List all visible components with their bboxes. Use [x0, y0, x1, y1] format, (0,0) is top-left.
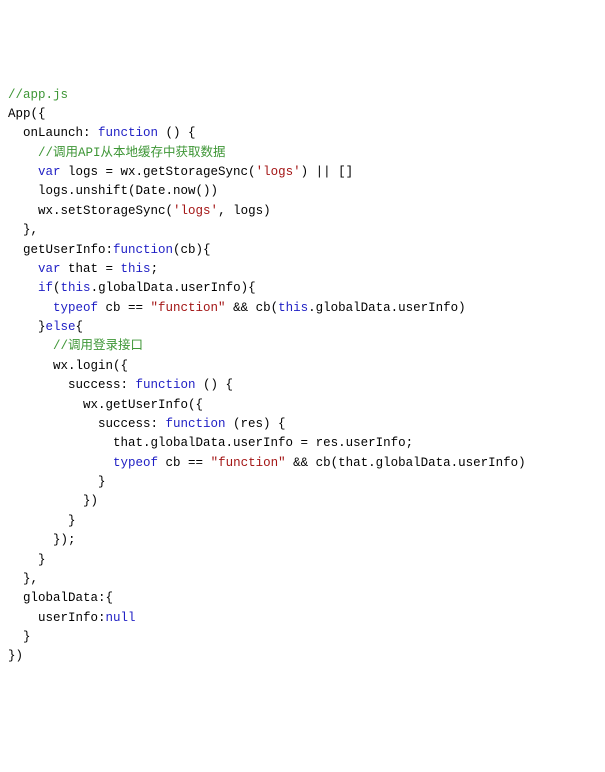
code-token: that.globalData.userInfo = res.userInfo;: [113, 436, 413, 450]
code-token: wx.login({: [53, 359, 128, 373]
code-line: });: [8, 531, 597, 550]
code-token: }: [38, 553, 46, 567]
code-token: ;: [151, 262, 159, 276]
code-line: }: [8, 473, 597, 492]
code-token: {: [76, 320, 84, 334]
code-token: that =: [61, 262, 121, 276]
code-token: logs = wx.getStorageSync(: [61, 165, 256, 179]
code-token: typeof: [113, 456, 158, 470]
code-token: var: [38, 262, 61, 276]
code-line: //调用登录接口: [8, 337, 597, 356]
code-token: if: [38, 281, 53, 295]
code-line: var logs = wx.getStorageSync('logs') || …: [8, 163, 597, 182]
code-token: "function": [151, 301, 226, 315]
code-token: onLaunch:: [23, 126, 98, 140]
code-token: , logs): [218, 204, 271, 218]
code-token: function: [98, 126, 158, 140]
code-token: App({: [8, 107, 46, 121]
code-token: var: [38, 165, 61, 179]
code-token: (cb){: [173, 243, 211, 257]
code-token: .globalData.userInfo){: [91, 281, 256, 295]
code-line: App({: [8, 105, 597, 124]
code-token: () {: [196, 378, 234, 392]
code-line: getUserInfo:function(cb){: [8, 241, 597, 260]
code-token: ) || []: [301, 165, 354, 179]
code-token: getUserInfo:: [23, 243, 113, 257]
code-line: wx.login({: [8, 357, 597, 376]
code-token: },: [23, 572, 38, 586]
code-token: userInfo:: [38, 611, 106, 625]
code-line: var that = this;: [8, 260, 597, 279]
code-line: globalData:{: [8, 589, 597, 608]
code-token: }: [98, 475, 106, 489]
code-token: },: [23, 223, 38, 237]
code-line: }: [8, 551, 597, 570]
code-token: 'logs': [256, 165, 301, 179]
code-line: }: [8, 512, 597, 531]
code-line: success: function () {: [8, 376, 597, 395]
code-token: function: [166, 417, 226, 431]
code-token: this: [121, 262, 151, 276]
code-line: wx.setStorageSync('logs', logs): [8, 202, 597, 221]
code-token: }: [68, 514, 76, 528]
code-token: .globalData.userInfo): [308, 301, 466, 315]
code-token: }: [38, 320, 46, 334]
code-token: () {: [158, 126, 196, 140]
code-line: onLaunch: function () {: [8, 124, 597, 143]
code-token: function: [113, 243, 173, 257]
code-token: cb ==: [158, 456, 211, 470]
code-token: typeof: [53, 301, 98, 315]
code-line: //调用API从本地缓存中获取数据: [8, 144, 597, 163]
code-token: 'logs': [173, 204, 218, 218]
code-line: wx.getUserInfo({: [8, 396, 597, 415]
code-token: function: [136, 378, 196, 392]
code-line: that.globalData.userInfo = res.userInfo;: [8, 434, 597, 453]
code-token: });: [53, 533, 76, 547]
code-token: wx.setStorageSync(: [38, 204, 173, 218]
code-line: userInfo:null: [8, 609, 597, 628]
code-token: wx.getUserInfo({: [83, 398, 203, 412]
code-token: //app.js: [8, 88, 68, 102]
code-line: success: function (res) {: [8, 415, 597, 434]
code-line: },: [8, 221, 597, 240]
code-token: && cb(that.globalData.userInfo): [286, 456, 526, 470]
code-line: }else{: [8, 318, 597, 337]
code-token: (: [53, 281, 61, 295]
code-token: //调用API从本地缓存中获取数据: [38, 146, 226, 160]
code-token: }): [83, 494, 98, 508]
code-token: //调用登录接口: [53, 339, 143, 353]
code-token: (res) {: [226, 417, 286, 431]
code-token: "function": [211, 456, 286, 470]
code-token: }: [23, 630, 31, 644]
code-token: else: [46, 320, 76, 334]
code-line: typeof cb == "function" && cb(this.globa…: [8, 299, 597, 318]
code-token: this: [278, 301, 308, 315]
code-line: if(this.globalData.userInfo){: [8, 279, 597, 298]
code-token: this: [61, 281, 91, 295]
code-token: }): [8, 649, 23, 663]
code-token: success:: [98, 417, 166, 431]
code-token: logs.unshift(Date.now()): [38, 184, 218, 198]
code-token: && cb(: [226, 301, 279, 315]
code-token: cb ==: [98, 301, 151, 315]
code-line: //app.js: [8, 86, 597, 105]
code-line: }: [8, 628, 597, 647]
code-line: }): [8, 647, 597, 666]
code-line: },: [8, 570, 597, 589]
code-block: //app.js App({ onLaunch: function () { //…: [8, 86, 597, 667]
code-token: success:: [68, 378, 136, 392]
code-line: typeof cb == "function" && cb(that.globa…: [8, 454, 597, 473]
code-line: }): [8, 492, 597, 511]
code-token: globalData:{: [23, 591, 113, 605]
code-line: logs.unshift(Date.now()): [8, 182, 597, 201]
code-token: null: [106, 611, 136, 625]
